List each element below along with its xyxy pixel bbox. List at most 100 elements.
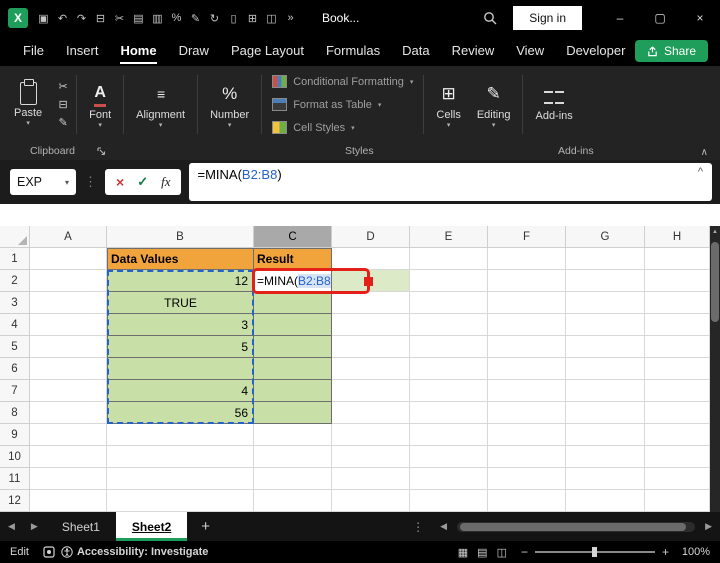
- row-header-11[interactable]: 11: [0, 468, 30, 490]
- accessibility-status[interactable]: Accessibility: Investigate: [61, 546, 208, 558]
- cell-H7[interactable]: [645, 380, 710, 402]
- cell-B7[interactable]: 4: [107, 380, 254, 402]
- zoom-out-button[interactable]: −: [521, 545, 528, 559]
- share-button[interactable]: Share: [635, 40, 708, 62]
- row-header-9[interactable]: 9: [0, 424, 30, 446]
- cell-E10[interactable]: [410, 446, 488, 468]
- cell-C12[interactable]: [254, 490, 332, 512]
- formula-input[interactable]: =MINA(B2:B8) ^: [189, 163, 712, 201]
- insert-function-button[interactable]: fx: [161, 174, 170, 190]
- cell-F10[interactable]: [488, 446, 566, 468]
- excel-logo-icon[interactable]: X: [8, 8, 28, 28]
- row-header-4[interactable]: 4: [0, 314, 30, 336]
- cut-button[interactable]: ✂: [54, 80, 72, 93]
- cell-G6[interactable]: [566, 358, 645, 380]
- tab-view[interactable]: View: [505, 36, 555, 66]
- zoom-slider-thumb[interactable]: [592, 547, 597, 557]
- cell-F2[interactable]: [488, 270, 566, 292]
- cell-H9[interactable]: [645, 424, 710, 446]
- cell-D4[interactable]: [332, 314, 410, 336]
- cell-G9[interactable]: [566, 424, 645, 446]
- clipboard-dialog-launcher-icon[interactable]: [97, 147, 106, 156]
- chart-icon[interactable]: ▥: [148, 12, 167, 25]
- cell-D1[interactable]: [332, 248, 410, 270]
- cell-A9[interactable]: [30, 424, 107, 446]
- cell-B11[interactable]: [107, 468, 254, 490]
- cell-F9[interactable]: [488, 424, 566, 446]
- cell-F6[interactable]: [488, 358, 566, 380]
- cell-C11[interactable]: [254, 468, 332, 490]
- normal-view-icon[interactable]: ▦: [458, 546, 468, 559]
- cell-G7[interactable]: [566, 380, 645, 402]
- tab-data[interactable]: Data: [391, 36, 440, 66]
- cell-B2[interactable]: 12: [107, 270, 254, 292]
- cell-E2[interactable]: [410, 270, 488, 292]
- row-header-6[interactable]: 6: [0, 358, 30, 380]
- horizontal-scrollbar[interactable]: [457, 522, 695, 532]
- sheet-nav-left-icon[interactable]: ◀: [0, 521, 23, 532]
- vertical-scroll-thumb[interactable]: [711, 242, 719, 322]
- cell-A1[interactable]: [30, 248, 107, 270]
- cell-H1[interactable]: [645, 248, 710, 270]
- column-header-E[interactable]: E: [410, 226, 488, 248]
- column-header-A[interactable]: A: [30, 226, 107, 248]
- cell-C10[interactable]: [254, 446, 332, 468]
- camera-icon[interactable]: ◫: [262, 12, 281, 25]
- horizontal-scroll-thumb[interactable]: [460, 523, 686, 531]
- cell-G3[interactable]: [566, 292, 645, 314]
- row-header-3[interactable]: 3: [0, 292, 30, 314]
- column-header-H[interactable]: H: [645, 226, 710, 248]
- cell-F5[interactable]: [488, 336, 566, 358]
- cell-F7[interactable]: [488, 380, 566, 402]
- cell-G12[interactable]: [566, 490, 645, 512]
- more-commands-icon[interactable]: »: [281, 12, 300, 24]
- cell-C1[interactable]: Result: [254, 248, 332, 270]
- cell-H8[interactable]: [645, 402, 710, 424]
- sheet-tab-sheet1[interactable]: Sheet1: [46, 512, 116, 541]
- cell-D7[interactable]: [332, 380, 410, 402]
- cell-A4[interactable]: [30, 314, 107, 336]
- cell-F8[interactable]: [488, 402, 566, 424]
- row-header-8[interactable]: 8: [0, 402, 30, 424]
- tab-developer[interactable]: Developer: [555, 36, 636, 66]
- document-icon[interactable]: ▯: [224, 12, 243, 25]
- tab-review[interactable]: Review: [441, 36, 506, 66]
- sheet-tab-sheet2[interactable]: Sheet2: [116, 512, 187, 541]
- name-box[interactable]: EXP ▾: [10, 169, 76, 195]
- number-group-button[interactable]: % Number ▾: [202, 69, 257, 140]
- cell-C3[interactable]: [254, 292, 332, 314]
- cell-E12[interactable]: [410, 490, 488, 512]
- paste-icon[interactable]: ▤: [129, 12, 148, 25]
- add-sheet-button[interactable]: +: [187, 518, 224, 535]
- column-header-C[interactable]: C: [254, 226, 332, 248]
- cell-E8[interactable]: [410, 402, 488, 424]
- addins-button[interactable]: Add-ins: [527, 69, 580, 140]
- cell-A8[interactable]: [30, 402, 107, 424]
- format-painter-icon[interactable]: ✎: [186, 12, 205, 25]
- tab-insert[interactable]: Insert: [55, 36, 110, 66]
- cell-E6[interactable]: [410, 358, 488, 380]
- minimize-button[interactable]: –: [600, 0, 640, 36]
- column-header-F[interactable]: F: [488, 226, 566, 248]
- tab-file[interactable]: File: [12, 36, 55, 66]
- row-header-10[interactable]: 10: [0, 446, 30, 468]
- conditional-formatting-button[interactable]: Conditional Formatting▾: [272, 71, 413, 93]
- cell-E4[interactable]: [410, 314, 488, 336]
- cell-G1[interactable]: [566, 248, 645, 270]
- row-header-12[interactable]: 12: [0, 490, 30, 512]
- cell-A3[interactable]: [30, 292, 107, 314]
- cell-C8[interactable]: [254, 402, 332, 424]
- cell-G5[interactable]: [566, 336, 645, 358]
- cell-A10[interactable]: [30, 446, 107, 468]
- undo-icon[interactable]: ↶: [53, 12, 72, 25]
- editing-group-button[interactable]: ✎ Editing ▾: [469, 69, 519, 140]
- cell-E1[interactable]: [410, 248, 488, 270]
- zoom-slider[interactable]: [535, 551, 655, 553]
- cell-A12[interactable]: [30, 490, 107, 512]
- zoom-in-button[interactable]: +: [662, 545, 669, 559]
- cell-B3[interactable]: TRUE: [107, 292, 254, 314]
- tab-home[interactable]: Home: [109, 36, 167, 66]
- select-all-button[interactable]: [0, 226, 30, 248]
- vertical-scrollbar[interactable]: ▲: [710, 226, 720, 512]
- row-header-7[interactable]: 7: [0, 380, 30, 402]
